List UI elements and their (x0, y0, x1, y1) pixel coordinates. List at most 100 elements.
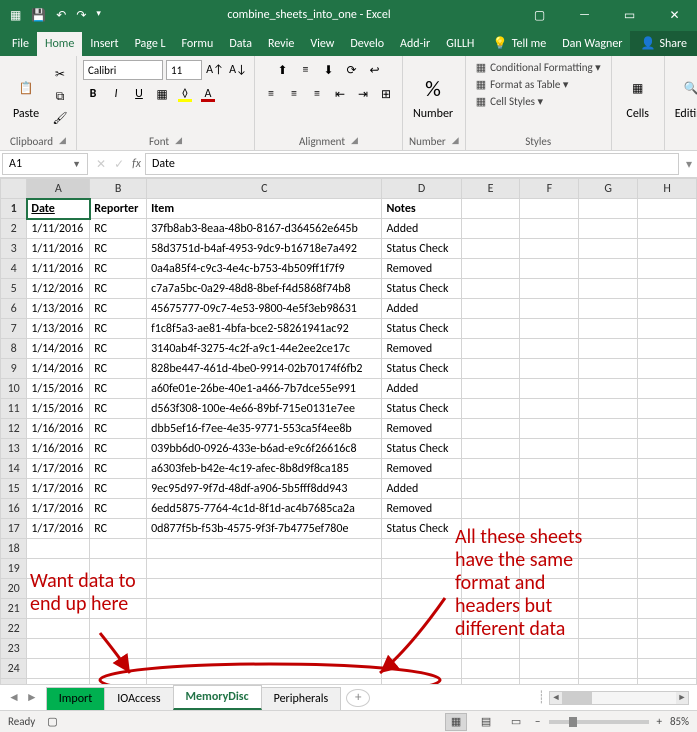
cell[interactable] (579, 479, 638, 499)
cell[interactable] (638, 299, 697, 319)
col-header-f[interactable]: F (520, 179, 579, 199)
cell[interactable] (147, 639, 382, 659)
cell[interactable] (27, 679, 90, 685)
cell[interactable] (90, 599, 147, 619)
cell[interactable] (461, 679, 520, 685)
fx-button[interactable]: fx (132, 157, 141, 171)
cell[interactable] (90, 639, 147, 659)
cell[interactable]: Status Check (382, 359, 461, 379)
zoom-level[interactable]: 85% (670, 715, 689, 728)
col-header-b[interactable]: B (90, 179, 147, 199)
cell[interactable] (638, 559, 697, 579)
cell[interactable] (461, 259, 520, 279)
cell[interactable] (638, 679, 697, 685)
cell[interactable]: 1/17/2016 (27, 479, 90, 499)
cell[interactable]: RC (90, 519, 147, 539)
cell[interactable]: Added (382, 379, 461, 399)
cell[interactable]: 9ec95d97-9f7d-48df-a906-5b5fff8dd943 (147, 479, 382, 499)
cell[interactable]: 1/15/2016 (27, 379, 90, 399)
cell[interactable] (520, 639, 579, 659)
italic-button[interactable]: I (106, 84, 126, 104)
cell[interactable] (520, 519, 579, 539)
underline-button[interactable]: U (129, 84, 149, 104)
cell[interactable] (520, 219, 579, 239)
cell[interactable] (638, 339, 697, 359)
cell[interactable]: 828be447-461d-4be0-9914-02b70174f6fb2 (147, 359, 382, 379)
row-header[interactable]: 2 (1, 219, 27, 239)
cell[interactable] (520, 319, 579, 339)
font-color-button[interactable]: A (198, 84, 218, 104)
cell[interactable] (638, 419, 697, 439)
cell[interactable] (461, 299, 520, 319)
row-header[interactable]: 3 (1, 239, 27, 259)
dialog-launcher-icon[interactable]: ◢ (175, 135, 182, 148)
cell[interactable] (579, 359, 638, 379)
cell[interactable]: Removed (382, 339, 461, 359)
cell[interactable] (461, 279, 520, 299)
cell[interactable]: Status Check (382, 239, 461, 259)
cell[interactable] (520, 579, 579, 599)
cell[interactable]: a60fe01e-26be-40e1-a466-7b7dce55e991 (147, 379, 382, 399)
tab-addins[interactable]: Add-ir (392, 32, 438, 56)
cell[interactable]: RC (90, 239, 147, 259)
row-header[interactable]: 1 (1, 199, 27, 219)
row-header[interactable]: 15 (1, 479, 27, 499)
cell[interactable] (638, 199, 697, 219)
cell[interactable]: Status Check (382, 279, 461, 299)
cell[interactable] (461, 519, 520, 539)
cell[interactable] (638, 519, 697, 539)
tab-insert[interactable]: Insert (82, 32, 126, 56)
cell[interactable] (461, 419, 520, 439)
tab-page-layout[interactable]: Page L (127, 32, 174, 56)
view-page-layout-button[interactable]: ▤ (475, 713, 497, 731)
cell[interactable]: 58d3751d-b4af-4953-9dc9-b16718e7a492 (147, 239, 382, 259)
cell[interactable] (461, 379, 520, 399)
cell[interactable] (579, 199, 638, 219)
cell[interactable]: 1/11/2016 (27, 239, 90, 259)
paste-button[interactable]: 📋 Paste (6, 71, 46, 123)
cell[interactable]: dbb5ef16-f7ee-4e35-9771-553ca5f4ee8b (147, 419, 382, 439)
cell[interactable] (579, 559, 638, 579)
cell[interactable]: RC (90, 299, 147, 319)
enter-formula-icon[interactable]: ✓ (114, 157, 124, 172)
cell[interactable] (520, 299, 579, 319)
cell[interactable]: 37fb8ab3-8eaa-48b0-8167-d364562e645b (147, 219, 382, 239)
cell[interactable] (579, 639, 638, 659)
zoom-in-button[interactable]: + (657, 715, 662, 728)
cell[interactable]: Removed (382, 259, 461, 279)
expand-formula-bar-button[interactable]: ▾ (681, 157, 697, 172)
cell[interactable] (147, 539, 382, 559)
editing-button[interactable]: 🔍Editing (671, 71, 697, 123)
sheet-tab-ioaccess[interactable]: IOAccess (104, 687, 173, 710)
cell[interactable]: Status Check (382, 399, 461, 419)
cell[interactable]: RC (90, 339, 147, 359)
tab-data[interactable]: Data (221, 32, 260, 56)
row-header[interactable]: 9 (1, 359, 27, 379)
cell[interactable] (27, 599, 90, 619)
align-left-button[interactable]: ≡ (261, 84, 281, 104)
cell[interactable]: Status Check (382, 439, 461, 459)
cell[interactable] (461, 319, 520, 339)
cell[interactable] (382, 559, 461, 579)
decrease-font-button[interactable]: A↓ (228, 60, 248, 80)
cell[interactable] (382, 659, 461, 679)
cell[interactable] (638, 599, 697, 619)
cell[interactable] (579, 659, 638, 679)
cell[interactable] (579, 439, 638, 459)
cell[interactable]: RC (90, 359, 147, 379)
cell[interactable]: 1/14/2016 (27, 359, 90, 379)
undo-icon[interactable]: ↶ (56, 8, 66, 23)
border-button[interactable]: ▦ (152, 84, 172, 104)
macro-record-icon[interactable]: ▢ (47, 715, 57, 728)
row-header[interactable]: 19 (1, 559, 27, 579)
cell[interactable]: 1/16/2016 (27, 419, 90, 439)
cell[interactable]: 1/15/2016 (27, 399, 90, 419)
close-button[interactable]: ✕ (652, 0, 697, 30)
redo-icon[interactable]: ↷ (76, 8, 86, 23)
name-box[interactable]: A1▼ (2, 153, 88, 175)
row-header[interactable]: 4 (1, 259, 27, 279)
tab-view[interactable]: View (302, 32, 342, 56)
merge-button[interactable]: ⊞ (376, 84, 396, 104)
cell[interactable]: 1/17/2016 (27, 459, 90, 479)
row-header[interactable]: 13 (1, 439, 27, 459)
